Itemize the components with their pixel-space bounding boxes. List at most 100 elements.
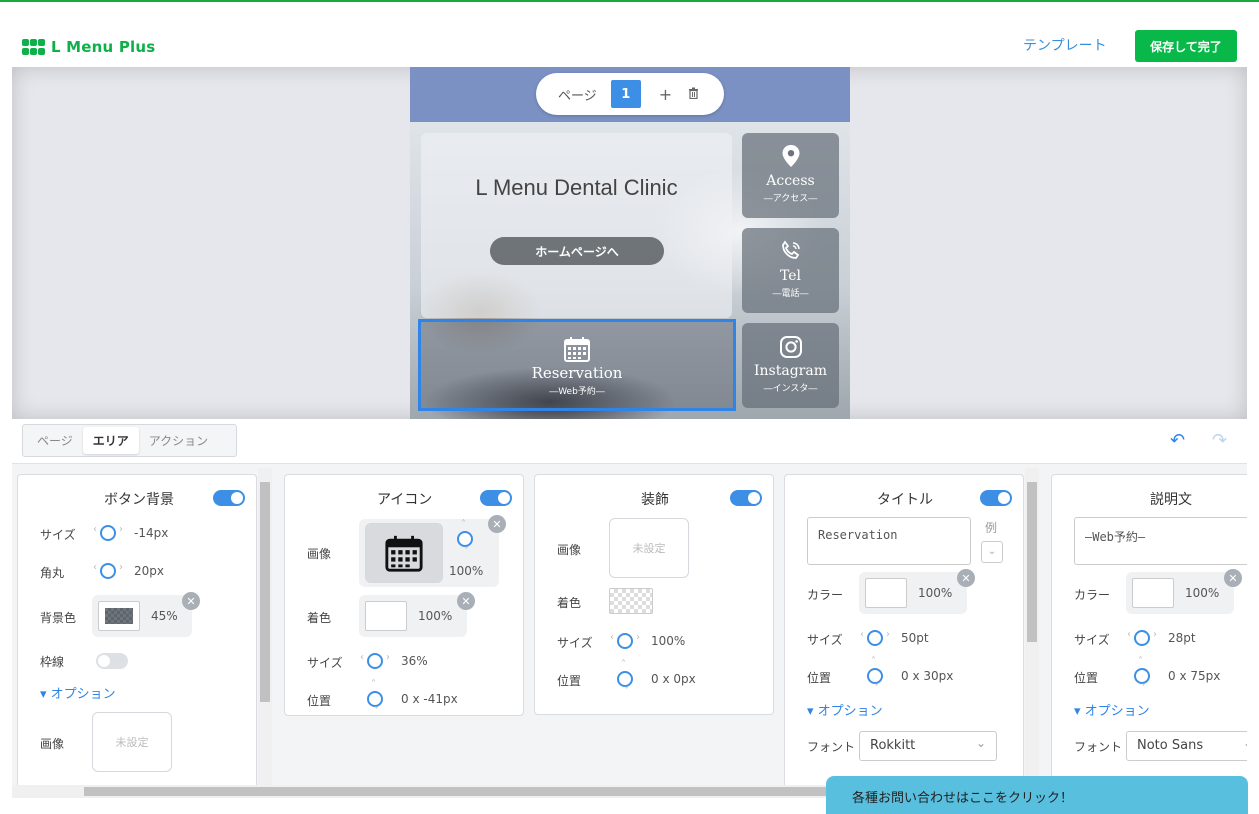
plus-icon[interactable]: + xyxy=(659,85,672,104)
reservation-area-selected[interactable]: Reservation ―Web予約― xyxy=(418,319,736,411)
image-label: 画像 xyxy=(557,543,582,557)
phone-icon xyxy=(742,240,839,264)
calendar-icon xyxy=(563,336,591,362)
editor-tabs: ページ エリア アクション xyxy=(22,424,237,457)
rich-menu-preview[interactable]: ページ 1 + L Menu Dental Clinic ホームページへ Acc… xyxy=(410,67,850,419)
icon-size-slider[interactable] xyxy=(360,652,390,669)
clear-tint-icon[interactable]: ✕ xyxy=(457,592,475,610)
description-position-slider[interactable] xyxy=(1134,656,1150,694)
panel-scrollbar[interactable] xyxy=(1025,468,1039,785)
title-position-slider[interactable] xyxy=(867,656,883,694)
description-panel: 説明文 ―Web予約― カラー 100% ✕ サイズ 28pt 位置 0 x 7… xyxy=(1051,474,1247,785)
instagram-icon xyxy=(742,335,839,359)
font-label: フォント xyxy=(1074,740,1123,754)
trash-icon[interactable] xyxy=(688,87,699,102)
tint-swatch[interactable] xyxy=(365,601,407,631)
title-size-value: 50pt xyxy=(901,631,929,645)
decoration-image-picker[interactable]: 未設定 xyxy=(609,518,689,578)
reservation-title: Reservation xyxy=(531,364,623,382)
panel-title: 説明文 xyxy=(1150,492,1192,508)
page-number-button[interactable]: 1 xyxy=(610,80,641,108)
access-title: Access xyxy=(766,173,815,189)
bg-color-swatch[interactable] xyxy=(98,601,140,631)
decoration-tint-swatch[interactable] xyxy=(609,588,653,614)
clear-bg-color-icon[interactable]: ✕ xyxy=(182,592,200,610)
bg-image-picker[interactable]: 未設定 xyxy=(92,712,172,772)
radius-slider[interactable] xyxy=(93,562,123,579)
icon-image-scale: 100% xyxy=(449,564,484,578)
clear-icon-image-icon[interactable]: ✕ xyxy=(488,515,506,533)
app-logo[interactable]: L Menu Plus xyxy=(22,38,155,56)
title-text-input[interactable]: Reservation xyxy=(807,517,971,565)
tint-label: 着色 xyxy=(557,596,582,610)
size-label: サイズ xyxy=(557,636,593,650)
radius-label: 角丸 xyxy=(40,566,65,580)
clear-title-color-icon[interactable]: ✕ xyxy=(957,569,975,587)
bg-color-label: 背景色 xyxy=(40,611,77,625)
title-font-select[interactable]: Rokkitt xyxy=(859,731,997,761)
title-panel: タイトル Reservation 例 ⌄ カラー 100% ✕ サイズ 50pt… xyxy=(784,474,1024,785)
instagram-area[interactable]: Instagram ―インスタ― xyxy=(742,323,839,408)
description-color-value: 100% xyxy=(1185,586,1220,600)
icon-panel: アイコン 画像 100% ✕ 着色 100% ✕ サイズ 36% 位置 0 x … xyxy=(284,474,524,717)
description-text-input[interactable]: ―Web予約― xyxy=(1074,517,1247,565)
contact-banner[interactable]: 各種お問い合わせはここをクリック！ xyxy=(826,776,1248,814)
tab-page[interactable]: ページ xyxy=(27,427,83,454)
save-and-finish-button[interactable]: 保存して完了 xyxy=(1135,30,1237,62)
access-subtitle: ―アクセス― xyxy=(763,194,818,204)
image-label: 画像 xyxy=(307,547,332,561)
size-label: サイズ xyxy=(1074,633,1110,647)
button-background-panel: ボタン背景 サイズ -14px 角丸 20px 背景色 45% ✕ 枠線 ▾ オ… xyxy=(17,474,257,785)
decoration-position-slider[interactable] xyxy=(617,659,633,697)
size-slider[interactable] xyxy=(93,524,123,541)
position-label: 位置 xyxy=(1074,671,1099,685)
instagram-subtitle: ―インスタ― xyxy=(763,384,818,394)
panel-title: ボタン背景 xyxy=(104,492,174,508)
icon-position-value: 0 x -41px xyxy=(401,692,458,706)
access-area[interactable]: Access ―アクセス― xyxy=(742,133,839,218)
reservation-subtitle: ―Web予約― xyxy=(549,387,605,397)
options-toggle[interactable]: ▾ オプション xyxy=(1074,700,1150,719)
panel-scrollbar[interactable] xyxy=(258,468,272,785)
color-label: カラー xyxy=(1074,588,1111,602)
clear-description-color-icon[interactable]: ✕ xyxy=(1224,569,1242,587)
tab-action[interactable]: アクション xyxy=(139,427,218,454)
decoration-size-slider[interactable] xyxy=(610,632,640,649)
decoration-panel: 装飾 画像 未設定 着色 サイズ 100% 位置 0 x 0px xyxy=(534,474,774,715)
position-label: 位置 xyxy=(557,674,582,688)
button-background-toggle[interactable] xyxy=(213,490,245,506)
options-toggle[interactable]: ▾ オプション xyxy=(40,683,116,702)
title-toggle[interactable] xyxy=(980,490,1012,506)
decoration-toggle[interactable] xyxy=(730,490,762,506)
icon-scale-slider[interactable] xyxy=(457,519,473,557)
hero-area[interactable]: L Menu Dental Clinic ホームページへ xyxy=(421,133,732,318)
options-label: オプション xyxy=(817,704,883,719)
undo-icon[interactable]: ↶ xyxy=(1170,430,1185,451)
tel-area[interactable]: Tel ―電話― xyxy=(742,228,839,313)
description-font-select[interactable]: Noto Sans xyxy=(1126,731,1247,761)
title-color-swatch[interactable] xyxy=(865,578,907,608)
example-dropdown[interactable]: ⌄ xyxy=(981,541,1003,563)
font-label: フォント xyxy=(807,740,856,754)
template-link[interactable]: テンプレート xyxy=(1023,35,1107,55)
title-size-slider[interactable] xyxy=(860,629,890,646)
redo-icon[interactable]: ↷ xyxy=(1212,430,1227,451)
properties-area: ボタン背景 サイズ -14px 角丸 20px 背景色 45% ✕ 枠線 ▾ オ… xyxy=(12,463,1247,785)
options-toggle[interactable]: ▾ オプション xyxy=(807,700,883,719)
icon-toggle[interactable] xyxy=(480,490,512,506)
icon-size-value: 36% xyxy=(401,654,428,668)
description-size-slider[interactable] xyxy=(1127,629,1157,646)
size-label: サイズ xyxy=(807,633,843,647)
page-selector: ページ 1 + xyxy=(536,73,724,115)
logo-text: L Menu Plus xyxy=(51,38,156,56)
horizontal-scroll-thumb[interactable] xyxy=(84,787,844,796)
description-color-swatch[interactable] xyxy=(1132,578,1174,608)
tab-area[interactable]: エリア xyxy=(82,427,139,454)
instagram-title: Instagram xyxy=(754,363,827,379)
border-toggle[interactable] xyxy=(96,653,128,669)
homepage-button[interactable]: ホームページへ xyxy=(490,237,664,265)
example-label: 例 xyxy=(985,521,998,535)
decoration-position-value: 0 x 0px xyxy=(651,672,696,686)
icon-position-slider[interactable] xyxy=(367,679,383,717)
icon-image-preview[interactable] xyxy=(365,523,443,583)
